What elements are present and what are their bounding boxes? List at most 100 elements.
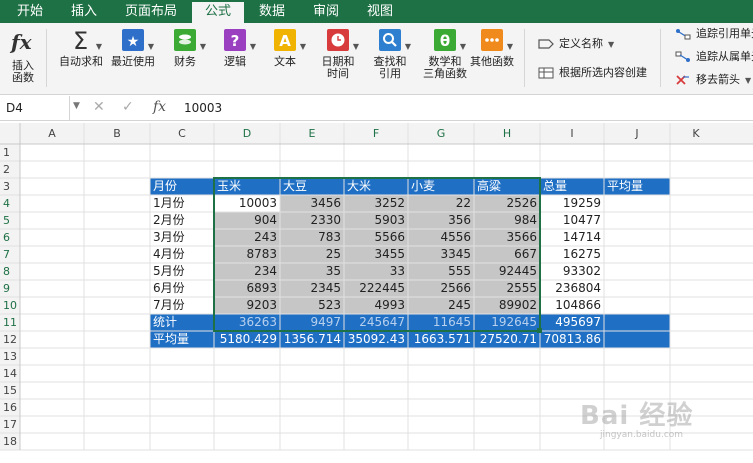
data-cell[interactable]: 2566 (408, 280, 474, 297)
column-header[interactable]: A (20, 127, 84, 140)
trace-precedents-button[interactable]: 追踪引用单元 (675, 26, 753, 42)
column-header[interactable]: J (604, 127, 670, 140)
row-header[interactable]: 2 (0, 163, 18, 176)
data-cell[interactable]: 667 (474, 246, 540, 263)
name-box[interactable]: D4 (0, 96, 70, 121)
row-header[interactable]: 14 (0, 367, 18, 380)
table-header-cell[interactable]: 总量 (540, 178, 604, 195)
row-header[interactable]: 9 (0, 282, 18, 295)
total-cell[interactable]: 104866 (540, 297, 604, 314)
cancel-icon[interactable]: ✕ (93, 99, 105, 115)
total-cell[interactable]: 19259 (540, 195, 604, 212)
data-cell[interactable]: 89902 (474, 297, 540, 314)
autosum-button[interactable]: Σ ▼ 自动求和 (58, 27, 104, 68)
data-cell[interactable]: 3252 (344, 195, 408, 212)
total-cell[interactable]: 16275 (540, 246, 604, 263)
data-cell[interactable]: 3345 (408, 246, 474, 263)
table-header-cell[interactable]: 小麦 (408, 178, 474, 195)
avg-total-cell[interactable]: 70813.86 (540, 331, 604, 348)
data-cell[interactable]: 555 (408, 263, 474, 280)
stats-cell[interactable]: 9497 (280, 314, 344, 331)
row-header[interactable]: 13 (0, 350, 18, 363)
total-cell[interactable]: 236804 (540, 280, 604, 297)
tab-6[interactable]: 视图 (354, 0, 406, 23)
avg-cell[interactable]: 27520.71 (474, 331, 540, 348)
trace-dependents-button[interactable]: 追踪从属单元 (675, 49, 753, 65)
data-cell[interactable]: 243 (214, 229, 280, 246)
logical-button[interactable]: ? ▼ 逻辑 (216, 27, 256, 68)
data-cell[interactable]: 2345 (280, 280, 344, 297)
column-header[interactable]: D (214, 127, 280, 140)
column-header[interactable]: I (540, 127, 604, 140)
data-cell[interactable]: 984 (474, 212, 540, 229)
column-header[interactable]: K (670, 127, 722, 140)
row-header[interactable]: 6 (0, 231, 18, 244)
text-button[interactable]: A ▼ 文本 (266, 27, 306, 68)
tab-0[interactable]: 开始 (4, 0, 56, 23)
row-header[interactable]: 11 (0, 316, 18, 329)
data-cell[interactable]: 245 (408, 297, 474, 314)
data-cell[interactable]: 35 (280, 263, 344, 280)
row-header[interactable]: 18 (0, 435, 18, 448)
total-cell[interactable]: 93302 (540, 263, 604, 280)
table-header-cell[interactable]: 玉米 (214, 178, 280, 195)
worksheet-grid[interactable]: A B C D E F G H I J K 1 2 3 4 5 6 7 8 9 10 11 12 13 14 15 16 17 18 月份… (0, 123, 753, 463)
month-label-cell[interactable]: 1月份 (150, 195, 214, 212)
month-label-cell[interactable]: 3月份 (150, 229, 214, 246)
data-cell[interactable]: 2330 (280, 212, 344, 229)
avg-label-cell[interactable]: 平均量 (150, 331, 214, 348)
avg-cell[interactable]: 35092.43 (344, 331, 408, 348)
column-header[interactable]: H (474, 127, 540, 140)
fx-icon[interactable]: fx (153, 99, 166, 115)
more-button[interactable]: ▼ 其他函数 (468, 27, 516, 68)
avg-cell[interactable]: 1356.714 (280, 331, 344, 348)
formula-input[interactable] (184, 96, 744, 121)
column-header[interactable]: E (280, 127, 344, 140)
column-header[interactable]: B (84, 127, 150, 140)
stats-cell[interactable]: 36263 (214, 314, 280, 331)
data-cell[interactable]: 3455 (344, 246, 408, 263)
avg-cell[interactable]: 5180.429 (214, 331, 280, 348)
data-cell[interactable]: 783 (280, 229, 344, 246)
month-label-cell[interactable]: 6月份 (150, 280, 214, 297)
insert-function-button[interactable]: fx 插入 函数 (6, 27, 40, 84)
tab-1[interactable]: 插入 (58, 0, 110, 23)
data-cell[interactable]: 92445 (474, 263, 540, 280)
data-cell[interactable]: 356 (408, 212, 474, 229)
remove-arrows-button[interactable]: 移去箭头 ▼ (675, 72, 751, 88)
create-from-selection-button[interactable]: 根据所选内容创建 (538, 65, 647, 81)
row-header[interactable]: 4 (0, 197, 18, 210)
data-cell[interactable]: 10003 (214, 195, 280, 212)
define-name-button[interactable]: 定义名称 ▼ (538, 36, 614, 52)
data-cell[interactable]: 8783 (214, 246, 280, 263)
row-header[interactable]: 5 (0, 214, 18, 227)
month-label-cell[interactable]: 4月份 (150, 246, 214, 263)
data-cell[interactable]: 3566 (474, 229, 540, 246)
row-header[interactable]: 10 (0, 299, 18, 312)
row-header[interactable]: 7 (0, 248, 18, 261)
data-cell[interactable]: 9203 (214, 297, 280, 314)
table-header-cell[interactable]: 大米 (344, 178, 408, 195)
math-button[interactable]: θ ▼ 数学和 三角函数 (420, 27, 470, 80)
data-cell[interactable]: 6893 (214, 280, 280, 297)
data-cell[interactable]: 33 (344, 263, 408, 280)
tab-5[interactable]: 审阅 (300, 0, 352, 23)
tab-2[interactable]: 页面布局 (112, 0, 190, 23)
column-header[interactable]: F (344, 127, 408, 140)
data-cell[interactable]: 5566 (344, 229, 408, 246)
stats-cell[interactable]: 11645 (408, 314, 474, 331)
row-header[interactable]: 17 (0, 418, 18, 431)
table-header-cell[interactable]: 月份 (150, 178, 214, 195)
month-label-cell[interactable]: 2月份 (150, 212, 214, 229)
stats-label-cell[interactable]: 统计 (150, 314, 214, 331)
recent-button[interactable]: ★ ▼ 最近使用 (108, 27, 158, 68)
data-cell[interactable]: 4993 (344, 297, 408, 314)
avg-cell[interactable]: 1663.571 (408, 331, 474, 348)
column-header[interactable]: C (150, 127, 214, 140)
stats-cell[interactable]: 245647 (344, 314, 408, 331)
data-cell[interactable]: 2555 (474, 280, 540, 297)
financial-button[interactable]: ▼ 财务 (166, 27, 206, 68)
data-cell[interactable]: 3456 (280, 195, 344, 212)
data-cell[interactable]: 22 (408, 195, 474, 212)
data-cell[interactable]: 5903 (344, 212, 408, 229)
